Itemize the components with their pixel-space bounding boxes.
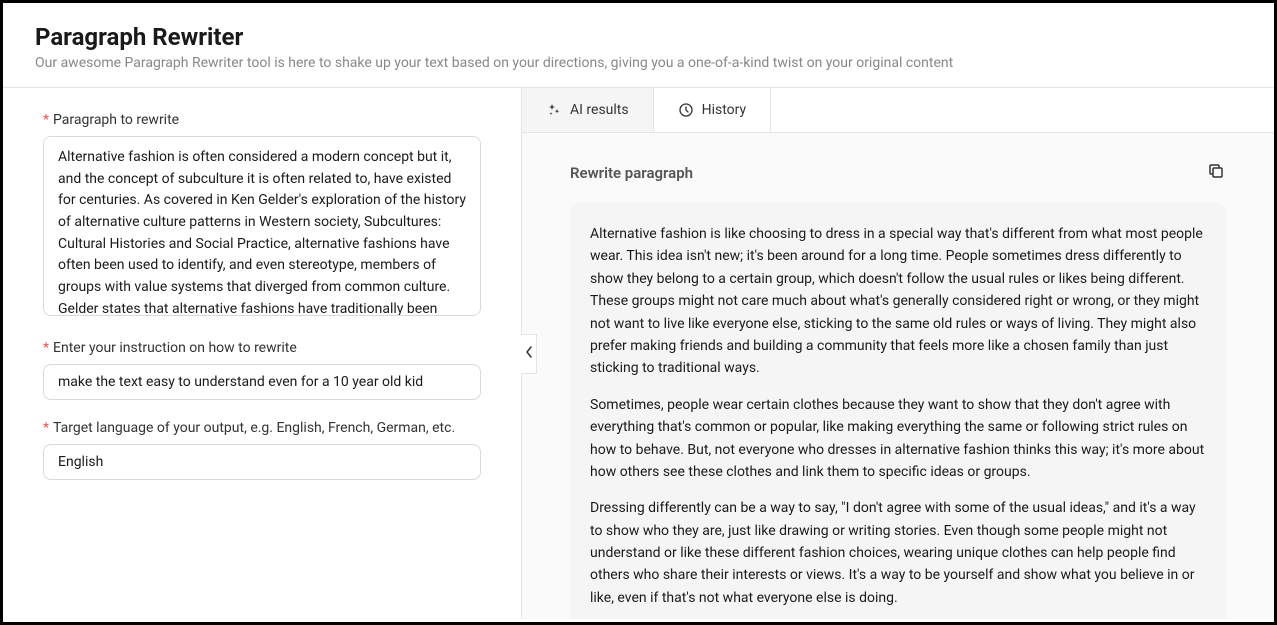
main-content: *Paragraph to rewrite *Enter your instru… <box>3 88 1274 619</box>
paragraph-input[interactable] <box>43 136 481 316</box>
sparkle-icon <box>546 102 562 118</box>
instruction-input[interactable] <box>43 364 481 400</box>
required-mark: * <box>43 340 49 356</box>
result-header: Rewrite paragraph <box>570 163 1226 183</box>
paragraph-label: *Paragraph to rewrite <box>43 112 481 128</box>
tab-history[interactable]: History <box>654 88 772 132</box>
collapse-handle[interactable] <box>521 334 537 374</box>
tabs-bar: AI results History <box>522 88 1274 133</box>
tab-ai-results-label: AI results <box>570 102 629 118</box>
result-paragraph: Dressing differently can be a way to say… <box>590 497 1206 609</box>
result-paragraph: Sometimes, people wear certain clothes b… <box>590 394 1206 484</box>
copy-icon <box>1207 162 1225 184</box>
copy-button[interactable] <box>1206 163 1226 183</box>
required-mark: * <box>43 112 49 128</box>
language-input[interactable] <box>43 444 481 480</box>
history-icon <box>678 102 694 118</box>
result-title: Rewrite paragraph <box>570 164 693 182</box>
tab-ai-results[interactable]: AI results <box>522 88 654 132</box>
page-header: Paragraph Rewriter Our awesome Paragraph… <box>3 3 1274 88</box>
required-mark: * <box>43 420 49 436</box>
paragraph-field-group: *Paragraph to rewrite <box>43 112 481 320</box>
output-panel: AI results History Rewrite paragraph Alt… <box>521 88 1274 619</box>
page-title: Paragraph Rewriter <box>35 23 1242 51</box>
result-paragraph: Alternative fashion is like choosing to … <box>590 223 1206 380</box>
results-area: Rewrite paragraph Alternative fashion is… <box>522 133 1274 619</box>
result-box: Alternative fashion is like choosing to … <box>570 203 1226 619</box>
instruction-label: *Enter your instruction on how to rewrit… <box>43 340 481 356</box>
language-label: *Target language of your output, e.g. En… <box>43 420 481 436</box>
chevron-left-icon <box>525 346 533 361</box>
language-field-group: *Target language of your output, e.g. En… <box>43 420 481 480</box>
page-subtitle: Our awesome Paragraph Rewriter tool is h… <box>35 55 1242 71</box>
input-panel: *Paragraph to rewrite *Enter your instru… <box>3 88 521 619</box>
instruction-field-group: *Enter your instruction on how to rewrit… <box>43 340 481 400</box>
tab-history-label: History <box>702 102 747 118</box>
